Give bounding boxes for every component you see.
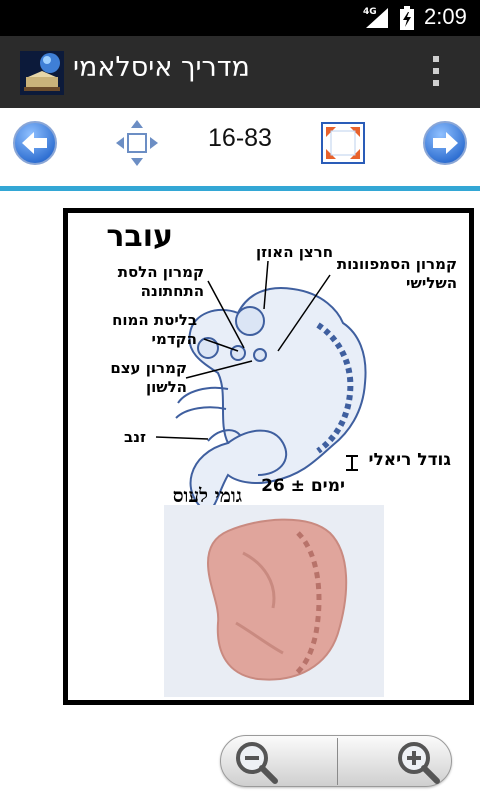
label-forebrain-line1: בליטת המוח (112, 311, 197, 329)
figure-frame: עובר חרצן האוזן קמרון הסמפוונות השלישי ק… (63, 208, 474, 705)
zoom-out-icon[interactable] (233, 739, 279, 785)
overflow-menu-icon[interactable] (426, 56, 446, 90)
label-lower-jaw-line2: התחתונה (140, 282, 204, 300)
app-title: מדריך איסלאמי (73, 52, 250, 83)
arrow-left-icon[interactable] (12, 120, 58, 166)
label-third-arch: קמרון הסמפוונות השלישי (337, 255, 457, 293)
label-third-arch-line1: קמרון הסמפוונות (336, 255, 457, 273)
signal-icon (366, 8, 388, 28)
label-chewed-gum: גומי לעוס (172, 485, 242, 507)
label-forebrain-line2: הקדמי (151, 330, 197, 348)
page-indicator: 16-83 (208, 124, 272, 152)
figure-title: עובר (106, 219, 173, 254)
zoom-separator (337, 738, 338, 785)
fullscreen-icon[interactable] (321, 122, 365, 164)
nav-divider (0, 186, 480, 191)
label-ear-groove: חרצן האוזן (255, 243, 333, 261)
arrow-right-icon[interactable] (422, 120, 468, 166)
label-third-arch-line2: השלישי (406, 274, 457, 292)
zoom-in-icon[interactable] (395, 739, 441, 785)
label-forebrain: בליטת המוח הקדמי (112, 311, 197, 349)
label-days: ימים ± 26 (261, 476, 345, 496)
label-hyoid: קמרון עצם הלשון (110, 359, 187, 397)
app-logo-icon[interactable] (20, 51, 64, 95)
label-hyoid-line2: הלשון (145, 378, 187, 396)
label-lower-jaw: קמרון הלסת התחתונה (118, 263, 204, 301)
battery-charging-icon (400, 6, 414, 30)
navigation-row: 16-83 (0, 108, 480, 186)
label-real-size: גודל ריאלי (368, 450, 451, 470)
status-bar: 4G 2:09 (0, 0, 480, 36)
label-lower-jaw-line1: קמרון הלסת (117, 263, 204, 281)
clock: 2:09 (424, 4, 467, 29)
move-icon[interactable] (114, 118, 160, 168)
action-bar: מדריך איסלאמי (0, 36, 480, 108)
label-tail: זנב (124, 428, 146, 446)
zoom-controls (220, 735, 452, 787)
label-hyoid-line1: קמרון עצם (110, 359, 187, 377)
